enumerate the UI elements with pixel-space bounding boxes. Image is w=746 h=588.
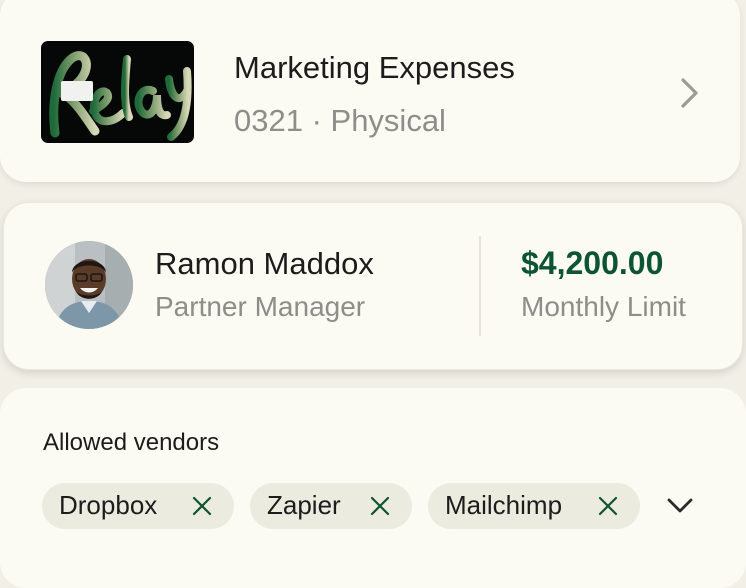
chevron-right-icon[interactable] [678, 76, 702, 110]
card-chip [61, 81, 93, 101]
divider [479, 236, 481, 336]
card-image [41, 41, 194, 143]
vendor-chip-label: Zapier [267, 490, 341, 520]
avatar [45, 241, 133, 329]
assignee-name: Ramon Maddox [155, 246, 374, 281]
close-icon[interactable] [192, 496, 212, 516]
assignee-role: Partner Manager [155, 291, 366, 322]
card-details: 0321 · Physical [234, 103, 446, 138]
vendor-chip-label: Dropbox [59, 490, 158, 520]
vendor-chip: Mailchimp [428, 483, 640, 529]
close-icon[interactable] [370, 496, 390, 516]
card-name: Marketing Expenses [234, 50, 515, 85]
limit-label: Monthly Limit [521, 291, 686, 322]
close-icon[interactable] [598, 496, 618, 516]
chevron-down-icon[interactable] [666, 495, 694, 515]
vendor-chip: Zapier [250, 483, 412, 529]
allowed-vendors-label: Allowed vendors [43, 429, 220, 456]
vendor-chip-label: Mailchimp [445, 490, 563, 520]
vendor-chip: Dropbox [42, 483, 234, 529]
limit-amount: $4,200.00 [521, 245, 664, 281]
